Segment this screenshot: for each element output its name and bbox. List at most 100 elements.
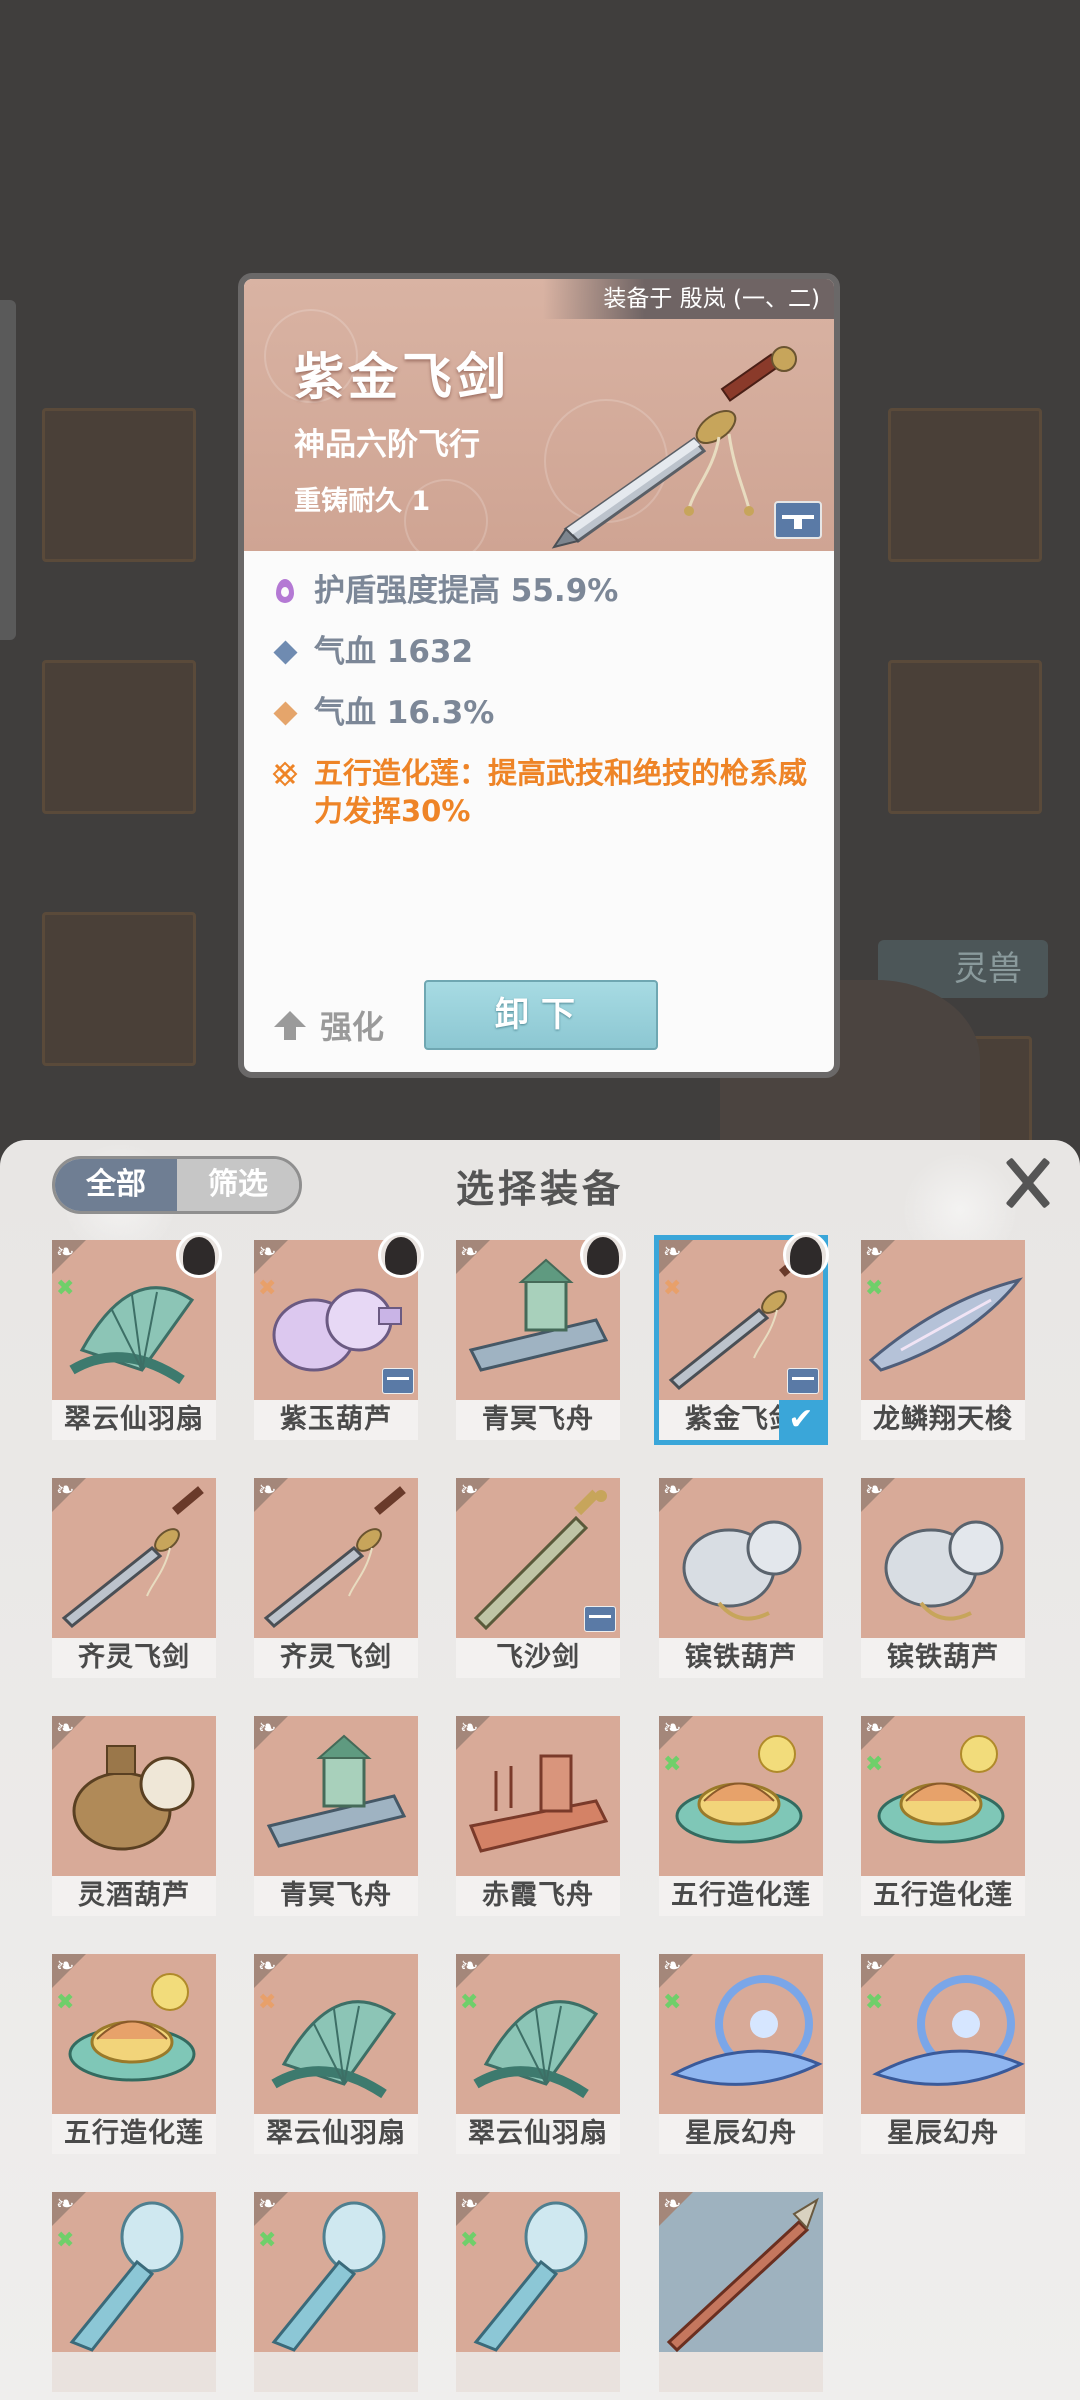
five-elements-icon: ✖ [56, 1276, 75, 1301]
owner-avatar [580, 1232, 626, 1278]
equipment-name: 龙鳞翔天梭 [861, 1400, 1025, 1440]
equipment-name: 翠云仙羽扇 [254, 2114, 418, 2154]
equipment-tile[interactable]: ❧ ✖ 星辰幻舟 [861, 1954, 1025, 2154]
arrow-up-icon [274, 1011, 306, 1040]
side-drawer-handle [0, 300, 16, 640]
equipment-tile[interactable]: ❧ ✖ 翠云仙羽扇 [456, 1954, 620, 2154]
equipped-on-label: 装备于 殷岚 (一、二) [543, 279, 834, 319]
equipment-name: 星辰幻舟 [861, 2114, 1025, 2154]
stat-text: 气血 16.3% [314, 695, 495, 731]
bg-equip-slot [888, 408, 1042, 562]
five-elements-icon: ✖ [56, 2228, 75, 2253]
equipment-tile[interactable]: ❧ ✖ [254, 2192, 418, 2392]
equipment-tile[interactable]: ❧ 镔铁葫芦 [659, 1478, 823, 1678]
storage-bag-icon[interactable] [774, 501, 822, 539]
equipment-tile[interactable]: ❧ ✖ 龙鳞翔天梭 [861, 1240, 1025, 1440]
bg-equip-slot [42, 660, 196, 814]
equipment-tile[interactable]: ❧ ✖ [52, 2192, 216, 2392]
strengthen-label: 强化 [320, 1008, 385, 1046]
wing-icon: ❧ [460, 2192, 479, 2217]
shield-drop-icon [270, 576, 300, 606]
storage-bag-icon [382, 1368, 414, 1394]
close-icon[interactable] [1000, 1155, 1056, 1211]
five-elements-icon: ✖ [865, 1990, 884, 2015]
item-reforge-durability: 重铸耐久 1 [294, 486, 431, 517]
equipment-name: 五行造化莲 [659, 1876, 823, 1916]
strengthen-button[interactable]: 强化 [274, 1002, 384, 1048]
storage-bag-icon [787, 1368, 819, 1394]
wing-icon: ❧ [56, 2192, 75, 2217]
wing-icon: ❧ [258, 1240, 277, 1265]
owner-avatar [783, 1232, 829, 1278]
stat-row: 气血 16.3% [270, 693, 830, 733]
equipment-tile[interactable]: ❧ ✖ 五行造化莲 [861, 1716, 1025, 1916]
equipment-tile[interactable]: ❧ [659, 2192, 823, 2392]
equipment-tile[interactable]: ❧ ✖ 紫玉葫芦 [254, 1232, 424, 1440]
wing-icon: ❧ [56, 1240, 75, 1265]
equipment-tile[interactable]: ❧ 齐灵飞剑 [254, 1478, 418, 1678]
item-grade: 神品六阶飞行 [294, 427, 480, 463]
storage-bag-icon [584, 1606, 616, 1632]
equipment-name: 五行造化莲 [52, 2114, 216, 2154]
five-elements-icon: ✖ [865, 1276, 884, 1301]
equipment-tile[interactable]: ❧ 赤霞飞舟 [456, 1716, 620, 1916]
five-elements-icon: ✖ [865, 1752, 884, 1777]
equipment-tile[interactable]: ❧ ✖ 五行造化莲 [52, 1954, 216, 2154]
equipment-tile[interactable]: ❧ ✖ 星辰幻舟 [659, 1954, 823, 2154]
wing-icon: ❧ [460, 1240, 479, 1265]
five-elements-icon: ✖ [56, 1990, 75, 2015]
equipment-name: 五行造化莲 [861, 1876, 1025, 1916]
equipment-name: 齐灵飞剑 [52, 1638, 216, 1678]
card-header: 装备于 殷岚 (一、二) 紫金飞剑 神品六阶飞行 重铸耐久 1 [244, 279, 834, 563]
equipment-name: 镔铁葫芦 [861, 1638, 1025, 1678]
equipment-detail-card: 装备于 殷岚 (一、二) 紫金飞剑 神品六阶飞行 重铸耐久 1 护盾强度提高 5… [238, 273, 840, 1078]
five-elements-icon: ✖ [258, 2228, 277, 2253]
equipment-name: 飞沙剑 [456, 1638, 620, 1678]
equipment-name: 青冥飞舟 [456, 1400, 620, 1440]
wing-icon: ❧ [460, 1478, 479, 1503]
equipment-tile[interactable]: ❧ 飞沙剑 [456, 1478, 620, 1678]
equipment-name: 星辰幻舟 [659, 2114, 823, 2154]
wing-icon: ❧ [56, 1954, 75, 1979]
stat-row-special: 五行造化莲：提高武技和绝技的枪系威力发挥30% [270, 754, 830, 830]
wing-icon: ❧ [56, 1478, 75, 1503]
equipment-tile[interactable]: ❧ ✖ 翠云仙羽扇 [52, 1232, 222, 1440]
wing-icon: ❧ [663, 1240, 682, 1265]
owner-avatar [176, 1232, 222, 1278]
wing-icon: ❧ [663, 2192, 682, 2217]
orange-diamond-icon [270, 698, 300, 728]
wing-icon: ❧ [460, 1716, 479, 1741]
wing-icon: ❧ [258, 1478, 277, 1503]
five-elements-icon: ✖ [258, 1990, 277, 2015]
wing-icon: ❧ [865, 1240, 884, 1265]
five-elements-icon: ✖ [663, 1752, 682, 1777]
equipment-name: 青冥飞舟 [254, 1876, 418, 1916]
five-elements-icon: ✖ [663, 1990, 682, 2015]
equipment-name: 紫玉葫芦 [254, 1400, 418, 1440]
wing-icon: ❧ [865, 1954, 884, 1979]
owner-avatar [378, 1232, 424, 1278]
equipment-tile[interactable]: ❧ 青冥飞舟 [254, 1716, 418, 1916]
equipment-tile[interactable]: ❧ 齐灵飞剑 [52, 1478, 216, 1678]
equipment-tile[interactable]: ❧ ✖ [456, 2192, 620, 2392]
equipment-name: 齐灵飞剑 [254, 1638, 418, 1678]
blue-diamond-icon [270, 637, 300, 667]
wing-icon: ❧ [865, 1716, 884, 1741]
wing-icon: ❧ [663, 1478, 682, 1503]
five-elements-icon: ✖ [663, 1276, 682, 1301]
stat-row: 气血 1632 [270, 632, 830, 672]
equipment-name: 翠云仙羽扇 [52, 1400, 216, 1440]
equipment-tile[interactable]: ❧ 灵酒葫芦 [52, 1716, 216, 1916]
wing-icon: ❧ [865, 1478, 884, 1503]
equipment-tile[interactable]: ❧ ✖ 翠云仙羽扇 [254, 1954, 418, 2154]
bg-equip-slot [42, 912, 196, 1066]
equipment-tile[interactable]: ❧ 青冥飞舟 [456, 1232, 626, 1440]
wing-icon: ❧ [460, 1954, 479, 1979]
five-elements-icon: ✖ [258, 1276, 277, 1301]
bg-equip-slot [42, 408, 196, 562]
equipment-tile[interactable]: ❧ ✖ 紫金飞剑 ✔ [654, 1232, 829, 1445]
unequip-button[interactable]: 卸下 [424, 980, 658, 1050]
equipment-tile[interactable]: ❧ ✖ 五行造化莲 [659, 1716, 823, 1916]
stat-text: 护盾强度提高 55.9% [314, 573, 619, 609]
equipment-tile[interactable]: ❧ 镔铁葫芦 [861, 1478, 1025, 1678]
